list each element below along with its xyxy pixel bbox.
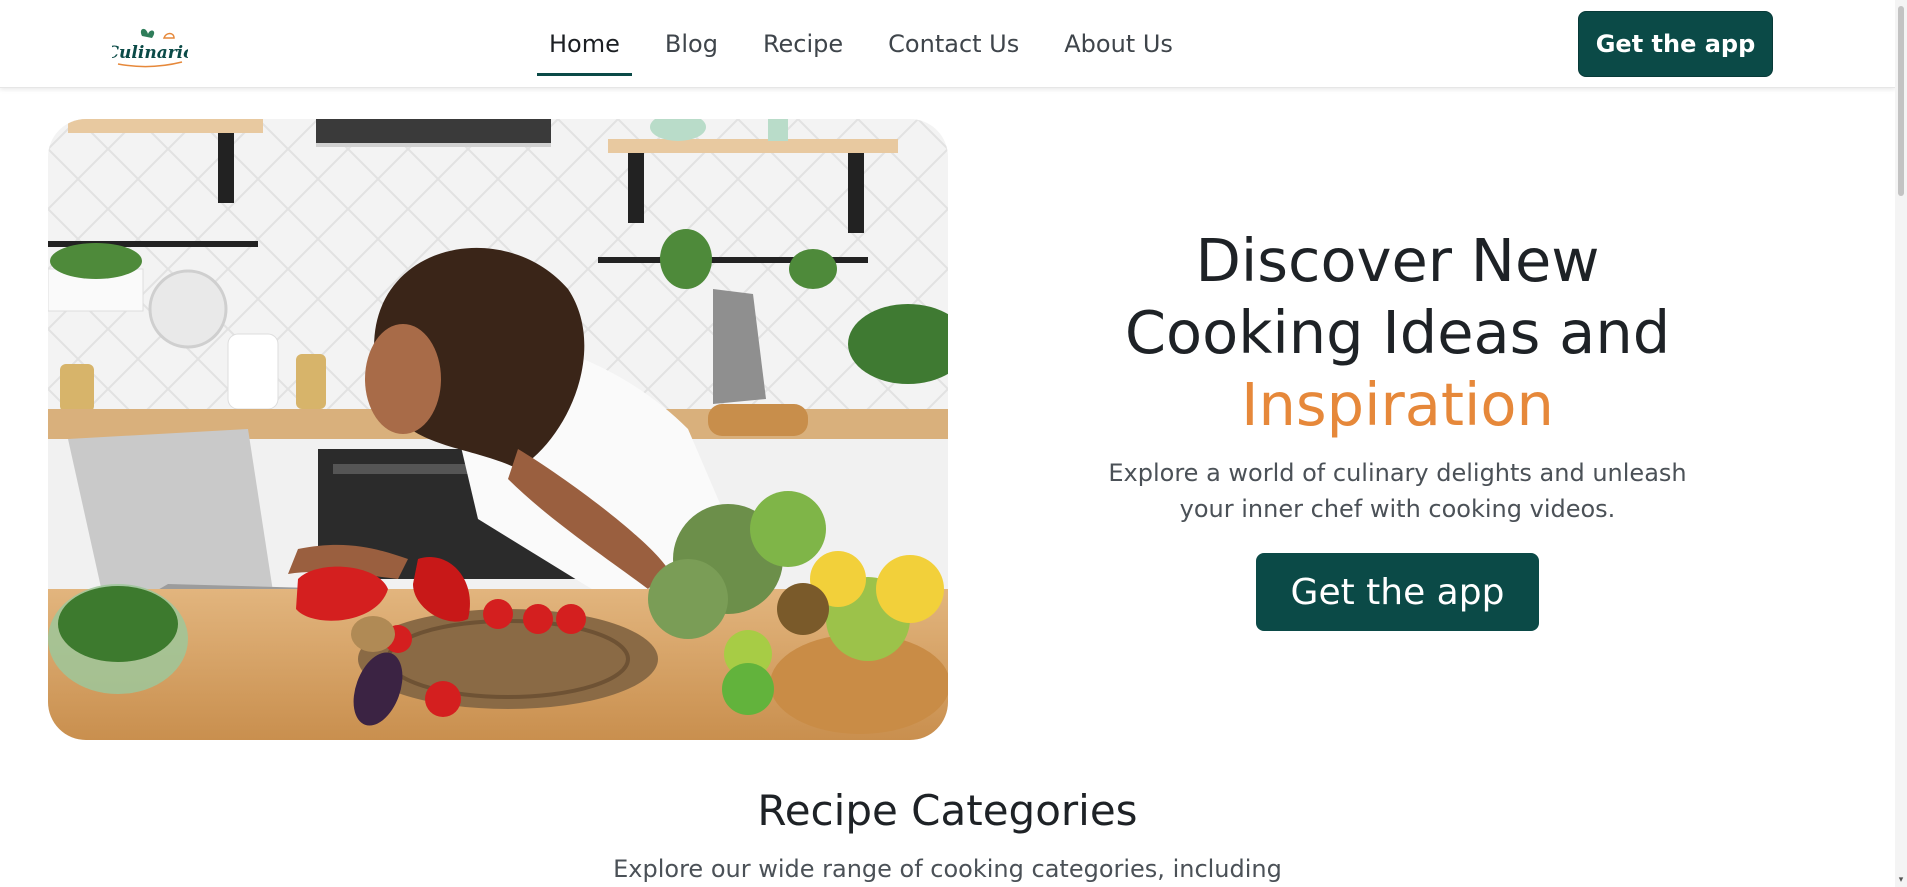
scrollbar-thumb[interactable]	[1898, 6, 1904, 196]
nav-blog-label: Blog	[664, 30, 718, 58]
scroll-down-arrow-icon[interactable]: ▾	[1896, 875, 1906, 885]
hero-title: Discover New Cooking Ideas and Inspirati…	[1040, 225, 1755, 441]
nav-contact-us[interactable]: Contact Us	[876, 0, 1031, 88]
nav-home[interactable]: Home	[537, 0, 632, 88]
page-scrollbar[interactable]: ▾	[1895, 0, 1907, 887]
recipe-categories-subtitle: Explore our wide range of cooking catego…	[613, 855, 1282, 883]
nav-blog[interactable]: Blog	[653, 0, 730, 88]
nav-recipe-label: Recipe	[762, 30, 844, 58]
get-app-header-button[interactable]: Get the app	[1578, 11, 1773, 77]
nav-contact-label: Contact Us	[888, 30, 1020, 58]
nav-about-label: About Us	[1064, 30, 1173, 58]
nav-home-label: Home	[549, 30, 620, 58]
get-app-hero-button[interactable]: Get the app	[1256, 553, 1539, 631]
main-nav: Home Blog Recipe Contact Us About Us	[537, 0, 1206, 88]
site-header: Culinario Home Blog Recipe Contact Us Ab…	[0, 0, 1895, 88]
hero-image	[48, 119, 948, 740]
nav-recipe[interactable]: Recipe	[751, 0, 855, 88]
hero-subtitle: Explore a world of culinary delights and…	[1108, 459, 1687, 523]
hero-title-accent: Inspiration	[1241, 370, 1554, 439]
svg-text:Culinario: Culinario	[112, 43, 188, 63]
nav-about-us[interactable]: About Us	[1052, 0, 1185, 88]
hero-title-line1: Discover New	[1195, 226, 1600, 295]
hero-content: Discover New Cooking Ideas and Inspirati…	[1040, 225, 1755, 631]
hero-title-line2: Cooking Ideas and	[1124, 298, 1671, 367]
recipe-categories-title: Recipe Categories	[757, 786, 1138, 835]
culinario-logo[interactable]: Culinario	[106, 26, 194, 70]
